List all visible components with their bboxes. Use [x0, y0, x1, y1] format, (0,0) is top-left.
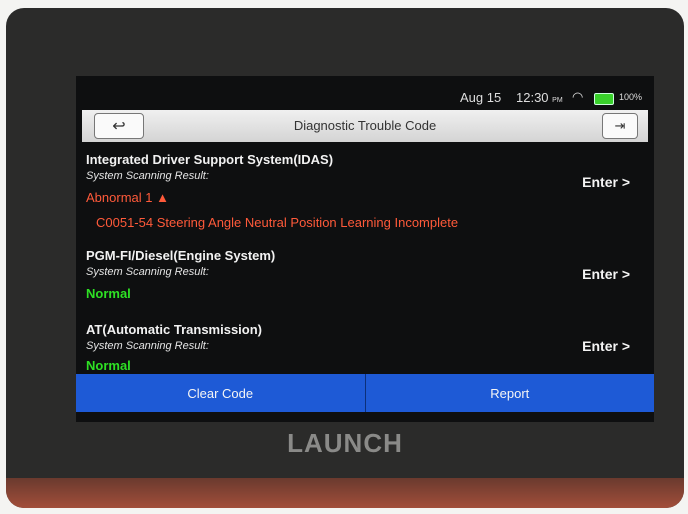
title-bar: ↩ Diagnostic Trouble Code ⇥	[82, 110, 648, 142]
battery-icon	[594, 93, 614, 105]
status-time: 12:30 PM	[516, 90, 563, 105]
exit-icon: ⇥	[614, 118, 626, 133]
system-name: Integrated Driver Support System(IDAS)	[86, 152, 334, 167]
brand-logo: LAUNCH	[287, 428, 403, 458]
status-text: Abnormal 1	[86, 190, 153, 205]
scan-result-label: System Scanning Result:	[86, 170, 209, 182]
device-base	[6, 478, 684, 508]
status-date: Aug 15	[460, 90, 502, 105]
wifi-icon: ◠	[572, 89, 584, 104]
system-row-engine[interactable]: PGM-FI/Diesel(Engine System) System Scan…	[86, 248, 646, 301]
screen: Aug 15 12:30 PM ◠ 100% ↩ Diagnostic Trou…	[76, 76, 654, 422]
status-ampm: PM	[552, 97, 563, 104]
status-bar: Aug 15 12:30 PM ◠ 100%	[76, 88, 654, 108]
status-time-value: 12:30	[516, 90, 549, 105]
scan-tool-device: Aug 15 12:30 PM ◠ 100% ↩ Diagnostic Trou…	[6, 8, 684, 508]
clear-code-button[interactable]: Clear Code	[76, 374, 366, 412]
enter-button[interactable]: Enter >	[582, 174, 630, 190]
action-bar: Clear Code Report	[76, 374, 654, 414]
scan-result-label: System Scanning Result:	[86, 340, 209, 352]
enter-button[interactable]: Enter >	[582, 338, 630, 354]
system-row-transmission[interactable]: AT(Automatic Transmission) System Scanni…	[86, 322, 646, 373]
report-button[interactable]: Report	[365, 374, 654, 412]
status-abnormal[interactable]: Abnormal 1 ▲	[86, 190, 646, 205]
system-name: PGM-FI/Diesel(Engine System)	[86, 248, 276, 263]
exit-button[interactable]: ⇥	[602, 113, 638, 139]
battery-percent: 100%	[619, 92, 643, 102]
page-title: Diagnostic Trouble Code	[293, 118, 437, 133]
system-row-idas[interactable]: Integrated Driver Support System(IDAS) S…	[86, 152, 646, 230]
status-normal: Normal	[86, 286, 131, 301]
scan-result-label: System Scanning Result:	[86, 266, 209, 278]
enter-button[interactable]: Enter >	[582, 266, 630, 282]
caret-up-icon: ▲	[156, 190, 169, 205]
system-name: AT(Automatic Transmission)	[86, 322, 263, 337]
status-normal: Normal	[86, 358, 131, 373]
dtc-entry: C0051-54 Steering Angle Neutral Position…	[96, 215, 459, 230]
